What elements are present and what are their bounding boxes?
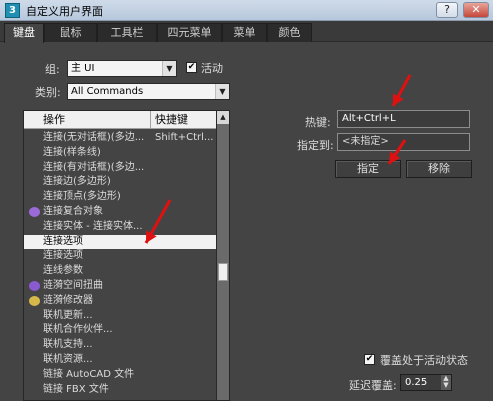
group-label: 组: <box>45 63 60 76</box>
list-item[interactable]: 连接边(多边形) <box>24 175 217 189</box>
list-item[interactable]: 连线参数 <box>24 264 217 278</box>
group-select-value: 主 UI <box>71 63 95 74</box>
list-item-action: 连接选项 <box>43 235 83 247</box>
list-item[interactable]: 连接实体 - 连接实体... <box>24 220 217 234</box>
command-icon <box>29 281 40 291</box>
list-item-action: 链接 FBX 文件 <box>43 383 109 395</box>
hotkey-label: 热键: <box>305 116 331 129</box>
arrow-head-icon <box>393 93 404 106</box>
list-item-action: 联机合作伙伴... <box>43 324 113 336</box>
list-item[interactable]: 涟漪空间扭曲 <box>24 279 217 293</box>
list-item[interactable]: 联机合作伙伴... <box>24 323 217 337</box>
list-item[interactable]: 链接 FBX 文件 <box>24 383 217 397</box>
list-item[interactable]: 连接(有对话框)(多边... <box>24 161 217 175</box>
assigned-to-label: 指定到: <box>297 139 334 152</box>
list-scrollbar[interactable]: ▲ <box>216 111 229 400</box>
list-item[interactable]: 连接复合对象 <box>24 205 217 219</box>
category-label: 类别: <box>35 86 61 99</box>
list-item-action: 连接(有对话框)(多边... <box>43 161 145 173</box>
group-select[interactable]: 主 UI ▼ <box>67 60 177 77</box>
active-checkbox[interactable]: ✔ <box>186 62 197 73</box>
list-item-action: 涟漪空间扭曲 <box>43 280 103 291</box>
tab-quad-menus[interactable]: 四元菜单 <box>157 23 222 42</box>
tab-keyboard[interactable]: 键盘 <box>4 23 44 43</box>
column-header-action[interactable]: 操作 <box>39 111 151 129</box>
command-list[interactable]: 操作 快捷键 连接(无对话框)(多边... Shift+Ctrl... 连接(样条线… <box>23 110 230 401</box>
list-item-action: 连线参数 <box>43 265 83 277</box>
list-item[interactable]: 连接(无对话框)(多边... Shift+Ctrl... <box>24 131 217 145</box>
chevron-down-icon: ▼ <box>162 61 176 76</box>
list-item-action: 涟漪修改器 <box>43 294 93 306</box>
list-item[interactable]: 联机支持... <box>24 338 217 352</box>
list-item-action: 联机支持... <box>43 339 93 351</box>
command-icon <box>29 295 40 306</box>
window-title: 自定义用户界面 <box>26 5 103 18</box>
delay-override-label: 延迟覆盖: <box>349 379 397 392</box>
list-item[interactable]: 链接 AutoCAD 文件 <box>24 368 217 382</box>
assigned-to-field: <未指定> <box>337 133 470 151</box>
list-item-action: 连接(无对话框)(多边... <box>43 132 145 143</box>
active-label: 活动 <box>201 62 223 75</box>
tab-bar: 键盘 鼠标 工具栏 四元菜单 菜单 颜色 <box>0 21 493 43</box>
command-icon <box>29 207 40 217</box>
list-item-action: 连接实体 - 连接实体... <box>43 220 143 232</box>
list-item-action: 连接选项 <box>43 250 83 262</box>
scroll-up-icon[interactable]: ▲ <box>217 111 229 124</box>
close-button[interactable]: ✕ <box>463 2 489 18</box>
assign-button[interactable]: 指定 <box>335 160 401 178</box>
category-select-value: All Commands <box>71 86 144 97</box>
tab-toolbars[interactable]: 工具栏 <box>97 23 157 42</box>
override-checkbox[interactable]: ✔ <box>364 354 375 365</box>
tab-mouse[interactable]: 鼠标 <box>44 23 97 42</box>
remove-button[interactable]: 移除 <box>406 160 472 178</box>
override-label: 覆盖处于活动状态 <box>380 354 468 367</box>
list-item-action: 联机更新... <box>43 309 93 321</box>
list-item[interactable]: 连接选项 <box>24 249 217 263</box>
list-item-action: 连接顶点(多边形) <box>43 191 121 203</box>
list-item[interactable]: 连接(样条线) <box>24 146 217 160</box>
scroll-thumb[interactable] <box>218 263 228 281</box>
list-item-shortcut: Shift+Ctrl... <box>155 132 214 143</box>
column-header-shortcut[interactable]: 快捷键 <box>151 111 217 129</box>
hotkey-input[interactable]: Alt+Ctrl+L <box>337 110 470 128</box>
list-item-action: 连接复合对象 <box>43 206 103 217</box>
category-select[interactable]: All Commands ▼ <box>67 83 230 100</box>
list-item[interactable]: 连接选项 <box>24 234 217 249</box>
list-item[interactable]: 连接顶点(多边形) <box>24 190 217 204</box>
app-icon: 3 <box>5 3 20 18</box>
list-item[interactable]: 联机资源... <box>24 353 217 367</box>
chevron-down-icon: ▼ <box>215 84 229 99</box>
list-item[interactable]: 联机更新... <box>24 309 217 323</box>
spinner-arrows-icon[interactable]: ▲ ▼ <box>441 375 451 390</box>
list-item-action: 联机资源... <box>43 354 93 365</box>
list-item[interactable]: 涟漪修改器 <box>24 294 217 308</box>
delay-override-spinner[interactable]: 0.25 ▲ ▼ <box>400 374 452 391</box>
list-item-action: 连接(样条线) <box>43 146 101 158</box>
help-button[interactable]: ? <box>436 2 458 18</box>
list-header: 操作 快捷键 <box>24 111 217 129</box>
annotation-arrow-line <box>391 74 412 107</box>
list-item-action: 链接 AutoCAD 文件 <box>43 368 135 380</box>
tab-menus[interactable]: 菜单 <box>222 23 267 42</box>
delay-override-value: 0.25 <box>405 377 428 388</box>
title-bar: 3 自定义用户界面 ? ✕ <box>0 0 493 21</box>
list-item-action: 连接边(多边形) <box>43 176 111 188</box>
tab-colors[interactable]: 颜色 <box>267 23 312 42</box>
